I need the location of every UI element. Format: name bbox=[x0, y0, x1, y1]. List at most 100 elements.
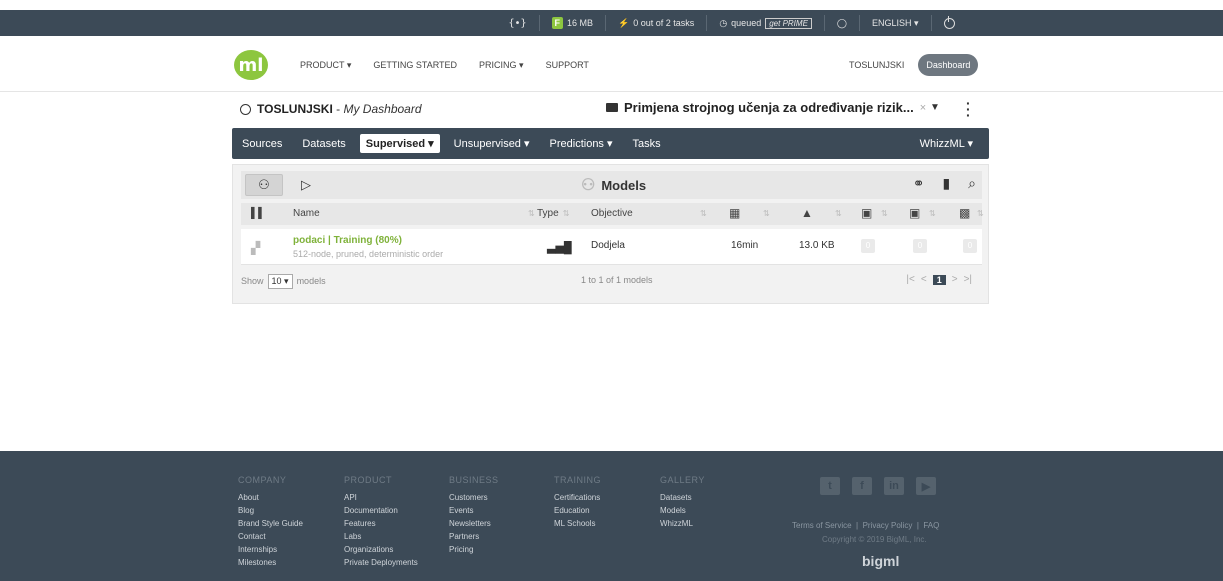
model-name-link[interactable]: podaci | Training (80%) bbox=[293, 235, 402, 246]
column-name[interactable]: Name bbox=[293, 208, 320, 219]
batch-predictions-icon[interactable]: ▣ bbox=[909, 206, 920, 220]
evaluations-count-badge[interactable]: 0 bbox=[861, 239, 875, 253]
prev-page-icon[interactable]: < bbox=[921, 274, 927, 285]
logout-button[interactable] bbox=[930, 15, 967, 31]
footer-link-api[interactable]: API bbox=[344, 493, 418, 503]
youtube-icon[interactable]: ▶ bbox=[916, 477, 936, 495]
tab-unsupervised[interactable]: Unsupervised ▾ bbox=[444, 137, 540, 150]
new-model-icon[interactable]: ⚭ bbox=[913, 175, 925, 192]
footer-link-partners[interactable]: Partners bbox=[449, 532, 499, 542]
bigml-logo[interactable]: ml bbox=[234, 50, 268, 80]
footer-link-datasets[interactable]: Datasets bbox=[660, 493, 705, 503]
api-code-button[interactable]: {•} bbox=[496, 15, 538, 31]
tab-datasets[interactable]: Datasets bbox=[292, 138, 355, 150]
dashboard-title-row: TOSLUNJSKI - My Dashboard Primjena stroj… bbox=[240, 96, 988, 122]
current-page[interactable]: 1 bbox=[932, 274, 946, 285]
project-dropdown-caret-icon[interactable]: ▼ bbox=[930, 102, 940, 113]
column-type[interactable]: Type ⇅ bbox=[537, 208, 569, 219]
objective-sort-icon[interactable]: ⇅ bbox=[696, 208, 707, 219]
close-project-icon[interactable]: × bbox=[920, 102, 926, 114]
footer-link-ml-schools[interactable]: ML Schools bbox=[554, 519, 601, 529]
project-selector[interactable]: Primjena strojnog učenja za određivanje … bbox=[606, 100, 926, 115]
search-icon[interactable]: ⌕ bbox=[968, 175, 976, 192]
footer-link-milestones[interactable]: Milestones bbox=[238, 558, 303, 568]
tab-tasks[interactable]: Tasks bbox=[623, 138, 671, 150]
get-prime-button[interactable]: get PRIME bbox=[765, 17, 812, 29]
stats-column-icon[interactable]: ▌▌ bbox=[251, 208, 265, 219]
footer-link-newsletters[interactable]: Newsletters bbox=[449, 519, 499, 529]
batch-predictions-count-badge[interactable]: 0 bbox=[913, 239, 927, 253]
age-sort-icon[interactable]: ⇅ bbox=[759, 208, 770, 219]
tab-whizzml[interactable]: WhizzML ▾ bbox=[910, 137, 983, 150]
chat-button[interactable]: ◯ bbox=[823, 15, 859, 31]
ensembles-sort-icon[interactable]: ⇅ bbox=[973, 208, 984, 219]
site-footer: COMPANY About Blog Brand Style Guide Con… bbox=[0, 451, 1223, 581]
footer-link-labs[interactable]: Labs bbox=[344, 532, 418, 542]
weight-icon[interactable]: ▲ bbox=[801, 206, 813, 220]
batch-sort-icon[interactable]: ⇅ bbox=[925, 208, 936, 219]
tab-sources[interactable]: Sources bbox=[232, 138, 292, 150]
nav-pricing[interactable]: PRICING ▾ bbox=[479, 60, 524, 71]
linkedin-icon[interactable]: in bbox=[884, 477, 904, 495]
tab-supervised[interactable]: Supervised ▾ bbox=[359, 134, 440, 153]
queue-indicator[interactable]: ◷ queued get PRIME bbox=[706, 15, 824, 31]
bigml-footer-logo[interactable]: bigml bbox=[862, 553, 899, 569]
footer-link-certifications[interactable]: Certifications bbox=[554, 493, 601, 503]
storage-value: 16 MB bbox=[567, 18, 594, 28]
table-row[interactable]: ▞ podaci | Training (80%) 512-node, prun… bbox=[241, 229, 982, 265]
ensembles-icon[interactable]: ▩ bbox=[959, 206, 970, 220]
name-sort-icon[interactable]: ⇅ bbox=[524, 208, 535, 219]
tasks-indicator[interactable]: ⚡ 0 out of 2 tasks bbox=[605, 15, 706, 31]
footer-link-organizations[interactable]: Organizations bbox=[344, 545, 418, 555]
nav-getting-started[interactable]: GETTING STARTED bbox=[373, 60, 457, 71]
evaluations-sort-icon[interactable]: ⇅ bbox=[877, 208, 888, 219]
footer-link-features[interactable]: Features bbox=[344, 519, 418, 529]
footer-link-events[interactable]: Events bbox=[449, 506, 499, 516]
footer-link-education[interactable]: Education bbox=[554, 506, 601, 516]
footer-link-whizzml[interactable]: WhizzML bbox=[660, 519, 705, 529]
footer-link-about[interactable]: About bbox=[238, 493, 303, 503]
footer-link-brand[interactable]: Brand Style Guide bbox=[238, 519, 303, 529]
size-sort-icon[interactable]: ⇅ bbox=[831, 208, 842, 219]
predict-view-button[interactable]: ▷ bbox=[287, 174, 325, 196]
terms-link[interactable]: Terms of Service bbox=[792, 521, 852, 530]
faq-link[interactable]: FAQ bbox=[923, 521, 939, 530]
footer-company-title: COMPANY bbox=[238, 475, 287, 485]
ensembles-count-badge[interactable]: 0 bbox=[963, 239, 977, 253]
facebook-icon[interactable]: f bbox=[852, 477, 872, 495]
dashboard-username: TOSLUNJSKI bbox=[257, 102, 333, 116]
footer-link-models[interactable]: Models bbox=[660, 506, 705, 516]
more-options-icon[interactable]: · · · bbox=[966, 96, 971, 122]
next-page-icon[interactable]: > bbox=[952, 274, 958, 285]
header-user-area: TOSLUNJSKI Dashboard bbox=[849, 54, 979, 76]
footer-link-documentation[interactable]: Documentation bbox=[344, 506, 418, 516]
footer-company: COMPANY About Blog Brand Style Guide Con… bbox=[238, 475, 303, 571]
language-selector[interactable]: ENGLISH ▾ bbox=[858, 15, 931, 31]
calendar-icon[interactable]: ▦ bbox=[729, 206, 740, 220]
nav-product[interactable]: PRODUCT ▾ bbox=[300, 60, 351, 71]
tab-predictions[interactable]: Predictions ▾ bbox=[540, 137, 623, 150]
social-links: t f in ▶ bbox=[820, 477, 936, 495]
language-label: ENGLISH ▾ bbox=[871, 17, 919, 28]
privacy-link[interactable]: Privacy Policy bbox=[863, 521, 913, 530]
evaluations-icon[interactable]: ▣ bbox=[861, 206, 872, 220]
dashboard-button[interactable]: Dashboard bbox=[918, 54, 979, 76]
delete-icon[interactable]: ▮ bbox=[942, 175, 950, 192]
models-view-button[interactable]: ⚇ bbox=[245, 174, 283, 196]
footer-link-private-deployments[interactable]: Private Deployments bbox=[344, 558, 418, 568]
column-objective[interactable]: Objective bbox=[591, 208, 633, 219]
footer-link-blog[interactable]: Blog bbox=[238, 506, 303, 516]
first-page-icon[interactable]: |< bbox=[906, 274, 914, 285]
nav-support[interactable]: SUPPORT bbox=[546, 60, 589, 71]
storage-indicator[interactable]: F 16 MB bbox=[538, 15, 606, 31]
twitter-icon[interactable]: t bbox=[820, 477, 840, 495]
panel-actions: ⚭ ▮ ⌕ bbox=[913, 175, 976, 192]
footer-link-customers[interactable]: Customers bbox=[449, 493, 499, 503]
username-link[interactable]: TOSLUNJSKI bbox=[849, 60, 904, 70]
legal-links: Terms of Service | Privacy Policy | FAQ bbox=[792, 521, 939, 530]
footer-link-contact[interactable]: Contact bbox=[238, 532, 303, 542]
page-size-select[interactable]: 10 ▾ bbox=[267, 273, 293, 289]
last-page-icon[interactable]: >| bbox=[964, 274, 972, 285]
footer-link-pricing[interactable]: Pricing bbox=[449, 545, 499, 555]
footer-link-internships[interactable]: Internships bbox=[238, 545, 303, 555]
